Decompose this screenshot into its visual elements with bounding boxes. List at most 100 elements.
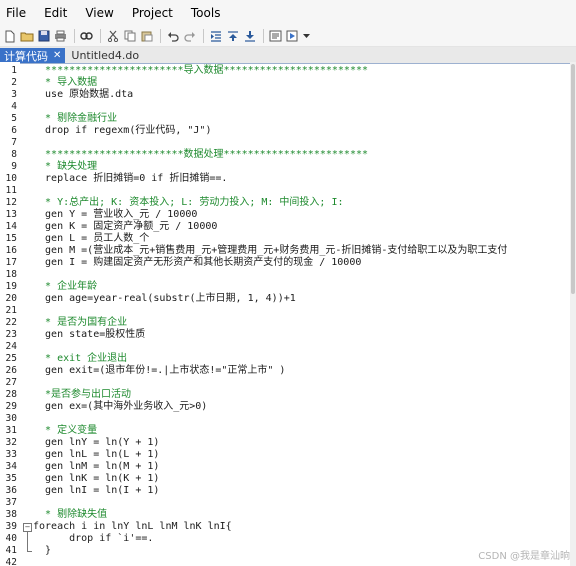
line-number: 28	[5, 389, 17, 400]
code-line[interactable]: 3 use 原始数据.dta	[0, 89, 576, 101]
code-editor[interactable]: 1 ***********************导入数据***********…	[0, 62, 576, 566]
line-number: 34	[5, 461, 17, 472]
code-line[interactable]: 28 *是否参与出口活动	[0, 389, 576, 401]
code-line[interactable]: 30	[0, 413, 576, 425]
find-icon[interactable]	[79, 29, 94, 44]
tab-active[interactable]: 计算代码 ✕	[0, 48, 66, 63]
code-line[interactable]: 23 gen state=股权性质	[0, 329, 576, 341]
code-line[interactable]: 19 * 企业年龄	[0, 281, 576, 293]
code-line[interactable]: 5 * 剔除金融行业	[0, 113, 576, 125]
paste-icon[interactable]	[139, 29, 154, 44]
line-number: 32	[5, 437, 17, 448]
line-number: 42	[5, 557, 17, 566]
code-line[interactable]: 2 * 导入数据	[0, 77, 576, 89]
line-number: 6	[11, 125, 17, 136]
code-line[interactable]: 15 gen L = 员工人数_个	[0, 233, 576, 245]
cut-icon[interactable]	[105, 29, 120, 44]
code-line[interactable]: 16 gen M =(营业成本_元+销售费用_元+管理费用_元+财务费用_元-折…	[0, 245, 576, 257]
line-number: 12	[5, 197, 17, 208]
code-line[interactable]: 37	[0, 497, 576, 509]
print-icon[interactable]	[53, 29, 68, 44]
code-line[interactable]: 12 * Y:总产出; K: 资本投入; L: 劳动力投入; M: 中间投入; …	[0, 197, 576, 209]
code-text: * 剔除缺失值	[33, 509, 108, 520]
code-line[interactable]: 33 gen lnL = ln(L + 1)	[0, 449, 576, 461]
code-line[interactable]: 13 gen Y = 营业收入_元 / 10000	[0, 209, 576, 221]
line-number: 25	[5, 353, 17, 364]
code-line[interactable]: 9 * 缺失处理	[0, 161, 576, 173]
code-line[interactable]: 34 gen lnM = ln(M + 1)	[0, 461, 576, 473]
line-number: 21	[5, 305, 17, 316]
line-number: 17	[5, 257, 17, 268]
code-line[interactable]: 31 * 定义变量	[0, 425, 576, 437]
code-line[interactable]: 6 drop if regexm(行业代码, "J")	[0, 125, 576, 137]
dropdown-arrow-icon[interactable]	[302, 29, 310, 44]
menu-edit[interactable]: Edit	[42, 6, 69, 20]
code-line[interactable]: 29 gen ex=(其中海外业务收入_元>0)	[0, 401, 576, 413]
line-number: 11	[5, 185, 17, 196]
code-line[interactable]: 32 gen lnY = ln(Y + 1)	[0, 437, 576, 449]
open-folder-icon[interactable]	[19, 29, 34, 44]
toolbar-separator	[160, 29, 161, 43]
menu-file[interactable]: File	[4, 6, 28, 20]
code-line[interactable]: 1 ***********************导入数据***********…	[0, 65, 576, 77]
code-line[interactable]: 10 replace 折旧摊销=0 if 折旧摊销==.	[0, 173, 576, 185]
menu-project[interactable]: Project	[130, 6, 175, 20]
code-line[interactable]: 35 gen lnK = ln(K + 1)	[0, 473, 576, 485]
toolbar-separator	[203, 29, 204, 43]
code-line[interactable]: 25 * exit 企业退出	[0, 353, 576, 365]
tab-label: Untitled4.do	[71, 49, 140, 62]
code-text: gen ex=(其中海外业务收入_元>0)	[33, 401, 208, 412]
redo-icon[interactable]	[182, 29, 197, 44]
indent-icon[interactable]	[208, 29, 223, 44]
code-text: ***********************数据处理*************…	[33, 149, 369, 160]
shift-down-icon[interactable]	[242, 29, 257, 44]
line-number: 8	[11, 149, 17, 160]
code-line[interactable]: 22 * 是否为国有企业	[0, 317, 576, 329]
line-number: 16	[5, 245, 17, 256]
line-number: 24	[5, 341, 17, 352]
fold-guide-line	[27, 531, 28, 551]
code-text: gen lnM = ln(M + 1)	[33, 461, 160, 472]
code-line[interactable]: 20 gen age=year-real(substr(上市日期, 1, 4))…	[0, 293, 576, 305]
new-file-icon[interactable]	[2, 29, 17, 44]
code-line[interactable]: 14 gen K = 固定资产净额_元 / 10000	[0, 221, 576, 233]
code-line[interactable]: 21	[0, 305, 576, 317]
line-number: 23	[5, 329, 17, 340]
code-line[interactable]: 7	[0, 137, 576, 149]
code-line[interactable]: 17 gen I = 购建固定资产无形资产和其他长期资产支付的现金 / 1000…	[0, 257, 576, 269]
execute-do-icon[interactable]	[285, 29, 300, 44]
code-line[interactable]: 40 drop if `i'==.	[0, 533, 576, 545]
code-text: * 是否为国有企业	[33, 317, 128, 328]
tab-untitled4[interactable]: Untitled4.do	[67, 48, 143, 63]
code-text: gen lnI = ln(I + 1)	[33, 485, 160, 496]
code-line[interactable]: 27	[0, 377, 576, 389]
code-line[interactable]: 18	[0, 269, 576, 281]
code-text: }	[33, 545, 52, 556]
code-line[interactable]: 26 gen exit=(退市年份!=.|上市状态!="正常上市" )	[0, 365, 576, 377]
line-number: 15	[5, 233, 17, 244]
scrollbar-thumb[interactable]	[571, 64, 575, 294]
code-text: * 企业年龄	[33, 281, 98, 292]
code-line[interactable]: 8 ***********************数据处理***********…	[0, 149, 576, 161]
code-line[interactable]: 24	[0, 341, 576, 353]
menu-tools[interactable]: Tools	[189, 6, 223, 20]
toolbar-separator	[74, 29, 75, 43]
toolbar-separator	[263, 29, 264, 43]
code-text: *是否参与出口活动	[33, 389, 132, 400]
line-number: 19	[5, 281, 17, 292]
code-line[interactable]: 38 * 剔除缺失值	[0, 509, 576, 521]
code-line[interactable]: 36 gen lnI = ln(I + 1)	[0, 485, 576, 497]
copy-icon[interactable]	[122, 29, 137, 44]
show-results-icon[interactable]	[268, 29, 283, 44]
code-line[interactable]: 4	[0, 101, 576, 113]
code-line[interactable]: 11	[0, 185, 576, 197]
close-icon[interactable]: ✕	[53, 50, 61, 61]
code-text: * 定义变量	[33, 425, 98, 436]
code-line[interactable]: 39 foreach i in lnY lnL lnM lnK lnI{	[0, 521, 576, 533]
save-icon[interactable]	[36, 29, 51, 44]
code-text: replace 折旧摊销=0 if 折旧摊销==.	[33, 173, 228, 184]
shift-up-icon[interactable]	[225, 29, 240, 44]
undo-icon[interactable]	[165, 29, 180, 44]
code-text: use 原始数据.dta	[33, 89, 134, 100]
menu-view[interactable]: View	[83, 6, 115, 20]
